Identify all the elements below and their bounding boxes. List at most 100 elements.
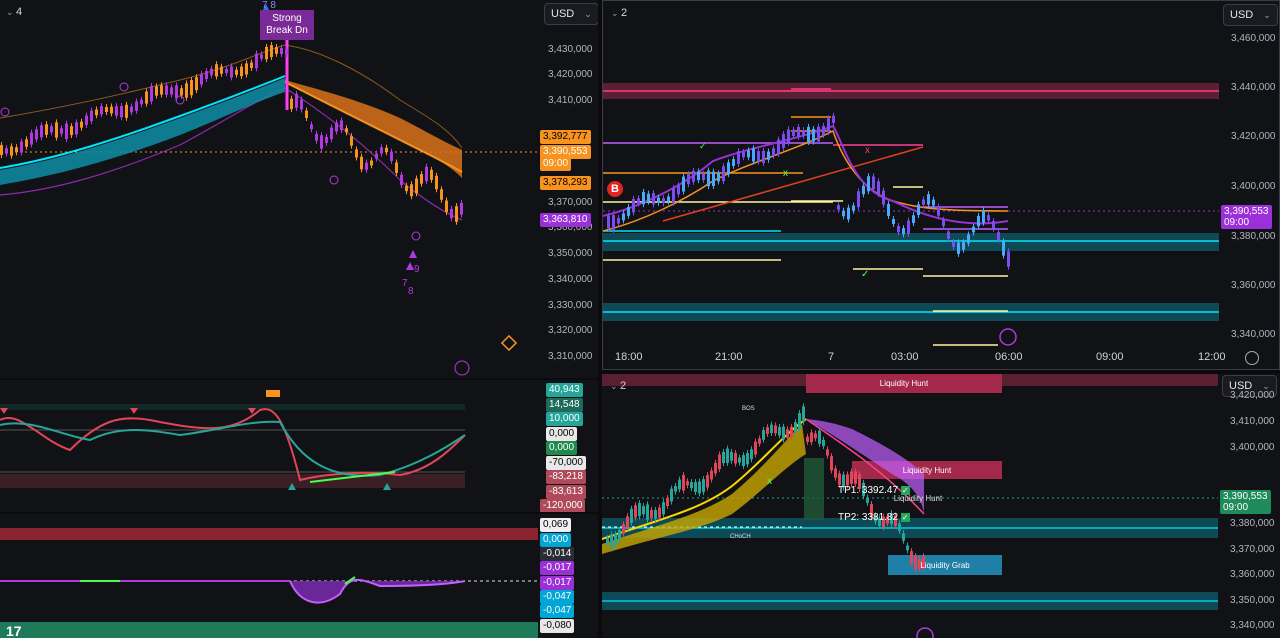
candle xyxy=(335,122,338,132)
candle xyxy=(405,185,408,192)
candle xyxy=(330,127,333,140)
price-tag: 3,378,293 xyxy=(540,176,591,190)
price-axis-label: 3,340,000 xyxy=(548,274,593,285)
price-axis-label: 3,420,000 xyxy=(548,69,593,80)
currency-select[interactable]: USD ⌄ xyxy=(544,3,598,25)
currency-select[interactable]: USD ⌄ xyxy=(1223,4,1278,26)
price-tag: 09:00 xyxy=(540,157,572,171)
candle xyxy=(657,197,660,203)
candle xyxy=(767,151,770,160)
price-axis-label: 3,410,000 xyxy=(548,95,593,106)
time-axis-label: 21:00 xyxy=(715,351,743,363)
candle xyxy=(200,73,203,85)
candle xyxy=(882,190,885,205)
signal-number-9: 9 xyxy=(414,264,420,275)
time-axis-label: 12:00 xyxy=(1198,351,1226,363)
last-price-value: 3,390,553 xyxy=(1224,206,1269,217)
candle xyxy=(932,199,935,206)
candle xyxy=(682,474,685,491)
momentum-tag: 0,069 xyxy=(540,518,572,532)
candle xyxy=(245,63,248,75)
candle xyxy=(797,127,800,137)
pane-count[interactable]: ⌄ 2 xyxy=(610,380,626,392)
price-axis-label: 3,400,000 xyxy=(1230,442,1275,453)
candle xyxy=(902,533,905,541)
last-price-tag: 3,390,553 09:00 xyxy=(1220,490,1271,514)
candle xyxy=(842,210,845,217)
pane-count[interactable]: ⌄ 4 xyxy=(6,6,22,18)
candle xyxy=(120,106,123,118)
candle xyxy=(822,125,825,136)
last-price-tag: 3,390,553 09:00 xyxy=(1221,205,1272,229)
check-icon: ✓ xyxy=(699,141,707,151)
candle xyxy=(430,169,433,180)
pane-count-value: 2 xyxy=(620,380,627,392)
check-icon: ✓ xyxy=(861,269,869,280)
candle xyxy=(770,424,773,434)
buy-marker-text: B xyxy=(611,183,619,195)
candle xyxy=(902,228,905,235)
candle xyxy=(846,474,849,486)
osc-tag: -70,000 xyxy=(546,456,586,470)
candle xyxy=(460,202,463,215)
candle xyxy=(410,184,413,197)
candle xyxy=(714,462,717,474)
candle xyxy=(375,153,378,159)
momentum-tag: -0,017 xyxy=(540,576,575,590)
candle xyxy=(698,481,701,494)
candle xyxy=(690,482,693,489)
pane-count[interactable]: ⌄ 2 xyxy=(611,7,627,19)
candle xyxy=(782,426,785,440)
candle xyxy=(867,176,870,192)
candle xyxy=(862,185,865,195)
candle xyxy=(782,134,785,148)
chart-pane-top-right[interactable]: x x ✓ ✓ ⌄ 2 USD ⌄ B 3,460,000 3,440,000 3… xyxy=(602,0,1280,370)
candle xyxy=(872,176,875,190)
chart-pane-bottom-right[interactable]: x ⌄ 2 USD ⌄ Liquidity Hunt Liquidity Hunt… xyxy=(602,374,1280,638)
candle xyxy=(817,126,820,142)
candle xyxy=(115,106,118,116)
candle xyxy=(642,191,645,205)
candle xyxy=(40,125,43,138)
candle xyxy=(718,454,721,470)
candle xyxy=(898,523,901,531)
candle xyxy=(205,71,208,79)
candle xyxy=(807,126,810,143)
candle xyxy=(810,432,813,443)
candle xyxy=(350,136,353,146)
candle xyxy=(610,534,613,549)
candle xyxy=(747,150,750,158)
chart-pane-top-left[interactable]: ⌄ 4 USD ⌄ Strong Break Dn 7 8 9 7 8 3,430… xyxy=(0,0,598,378)
candle xyxy=(395,162,398,173)
candle xyxy=(130,106,133,113)
candle xyxy=(906,545,909,551)
price-axis-label: 3,370,000 xyxy=(548,197,593,208)
momentum-pane[interactable]: 17 0,069 0,000 -0,014 -0,017 -0,017 -0,0… xyxy=(0,514,598,638)
candle xyxy=(55,122,58,138)
candle xyxy=(225,68,228,73)
candle xyxy=(415,178,418,194)
candle xyxy=(637,198,640,204)
liquidity-hunt-zone-mid: Liquidity Hunt xyxy=(902,466,952,475)
candle xyxy=(778,427,781,436)
candle xyxy=(834,468,837,478)
oscillator-pane[interactable]: 40,943 14,548 10,000 0,000 0,000 -70,000… xyxy=(0,380,598,512)
candle xyxy=(647,193,650,202)
candle xyxy=(400,174,403,186)
candle xyxy=(712,171,715,187)
candle xyxy=(170,87,173,95)
check-icon: ✓ xyxy=(900,513,910,522)
candle xyxy=(826,449,829,456)
candle xyxy=(627,206,630,216)
candle xyxy=(150,85,153,102)
price-axis-label: 3,370,000 xyxy=(1230,544,1275,555)
candle xyxy=(85,115,88,125)
settings-gear-icon[interactable] xyxy=(1245,351,1259,365)
candle xyxy=(942,219,945,227)
candle xyxy=(706,475,709,488)
candle xyxy=(838,473,841,485)
momentum-tag: 0,000 xyxy=(540,533,572,547)
candle xyxy=(280,47,283,54)
signal-label: Strong Break Dn xyxy=(260,10,314,40)
candle xyxy=(830,456,833,471)
